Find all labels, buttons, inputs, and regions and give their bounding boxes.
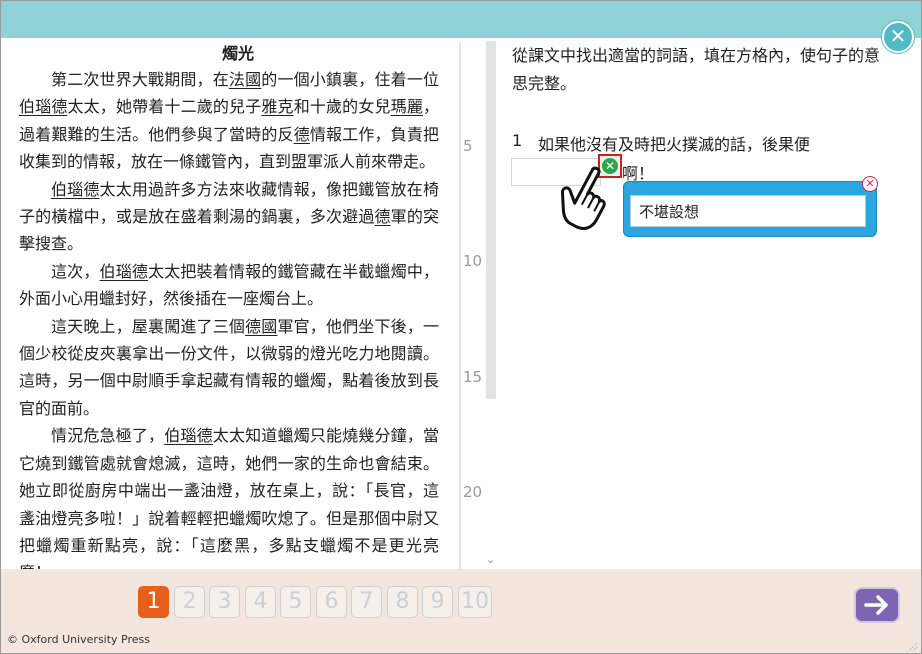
page-button-8[interactable]: 8 <box>387 586 418 618</box>
proper-noun: 法國 <box>228 70 262 89</box>
page-button-10[interactable]: 10 <box>458 586 492 618</box>
passage-text: 第二次世界大戰期間，在 <box>51 70 229 89</box>
page-button-6[interactable]: 6 <box>316 586 347 618</box>
question-number: 1 <box>512 131 523 150</box>
passage-text: 的一個小鎮裏，住着一位 <box>261 70 439 89</box>
passage-text: 這天晚上，屋裏闖進了三個 <box>51 316 246 336</box>
page-button-9[interactable]: 9 <box>422 586 453 618</box>
close-icon: ✕ <box>865 177 875 190</box>
line-number: 5 <box>463 137 473 155</box>
scroll-down-icon[interactable]: ⌄ <box>486 553 495 566</box>
proper-noun: 伯瑙德 <box>19 97 68 117</box>
page-button-2[interactable]: 2 <box>174 586 205 618</box>
proper-noun: 伯瑙德 <box>164 426 213 446</box>
passage-paragraph: 第二次世界大戰期間，在法國的一個小鎮裏，住着一位伯瑙德太太，她帶着十二歲的兒子雅… <box>19 66 439 176</box>
passage-text: 太太知道蠟燭只能燒幾分鐘，當它燒到鐵管處就會熄滅，這時，她們一家的生命也會結束。… <box>19 426 439 570</box>
next-button[interactable] <box>854 587 900 623</box>
proper-noun: 德 <box>293 124 310 144</box>
passage-paragraph: 情況危急極了，伯瑙德太太知道蠟燭只能燒幾分鐘，當它燒到鐵管處就會熄滅，這時，她們… <box>19 422 439 570</box>
passage-scrollbar[interactable] <box>459 41 461 569</box>
copyright-text: © Oxford University Press <box>7 633 151 646</box>
line-number: 10 <box>463 252 483 270</box>
proper-noun: 伯瑙德 <box>99 261 149 281</box>
passage-body: 第二次世界大戰期間，在法國的一個小鎮裏，住着一位伯瑙德太太，她帶着十二歲的兒子雅… <box>19 66 439 570</box>
correct-answer-field: 不堪設想 <box>630 195 866 227</box>
page-button-7[interactable]: 7 <box>351 586 382 618</box>
page-button-3[interactable]: 3 <box>209 586 240 618</box>
top-bar <box>1 1 921 38</box>
passage-text: 太太，她帶着十二歲的兒子 <box>67 97 262 117</box>
arrow-right-icon <box>864 595 888 615</box>
page-button-1[interactable]: 1 <box>138 586 169 618</box>
proper-noun: 伯瑙德 <box>51 179 100 199</box>
scrollbar-thumb[interactable] <box>486 41 496 399</box>
page-button-4[interactable]: 4 <box>245 586 276 618</box>
passage-paragraph: 這次，伯瑙德太太把裝着情報的鐵管藏在半截蠟燭中，外面小心用蠟封好，然後插在一座燭… <box>19 258 439 313</box>
proper-noun: 德國 <box>245 316 278 336</box>
passage-text: 情況危急極了， <box>51 426 165 446</box>
page-button-5[interactable]: 5 <box>280 586 311 618</box>
resize-grip-icon[interactable] <box>906 640 918 652</box>
passage-paragraph: 伯瑙德太太用過許多方法來收藏情報，像把鐵管放在椅子的橫檔中，或是放在盛着剩湯的鍋… <box>19 176 439 258</box>
line-number: 20 <box>463 483 483 501</box>
passage-paragraph: 這天晚上，屋裏闖進了三個德國軍官，他們坐下後，一個少校從皮夾裏拿出一份文件，以微… <box>19 313 439 423</box>
question-text-before: 如果他沒有及時把火撲滅的話，後果便 <box>538 135 811 154</box>
answer-popup: 不堪設想 ✕ <box>623 176 878 237</box>
question-instruction: 從課文中找出適當的詞語，填在方格內，使句子的意思完整。 <box>512 46 881 93</box>
hand-pointer-icon <box>560 166 606 230</box>
passage-text: 和十歲的女兒 <box>293 97 391 117</box>
passage-title: 燭光 <box>221 44 254 63</box>
passage-panel: 燭光 第二次世界大戰期間，在法國的一個小鎮裏，住着一位伯瑙德太太，她帶着十二歲的… <box>19 42 447 570</box>
passage-text: 這次， <box>51 261 100 281</box>
line-numbers: 5 10 15 20 <box>463 42 487 570</box>
close-icon: ✕ <box>889 24 907 48</box>
proper-noun: 雅克 <box>261 97 294 117</box>
line-number: 15 <box>463 368 483 386</box>
popup-close-button[interactable]: ✕ <box>862 176 878 192</box>
proper-noun: 瑪麗 <box>390 97 423 117</box>
proper-noun: 德 <box>374 207 391 227</box>
app-frame: ✕ 燭光 第二次世界大戰期間，在法國的一個小鎮裏，住着一位伯瑙德太太，她帶着十二… <box>0 0 922 654</box>
